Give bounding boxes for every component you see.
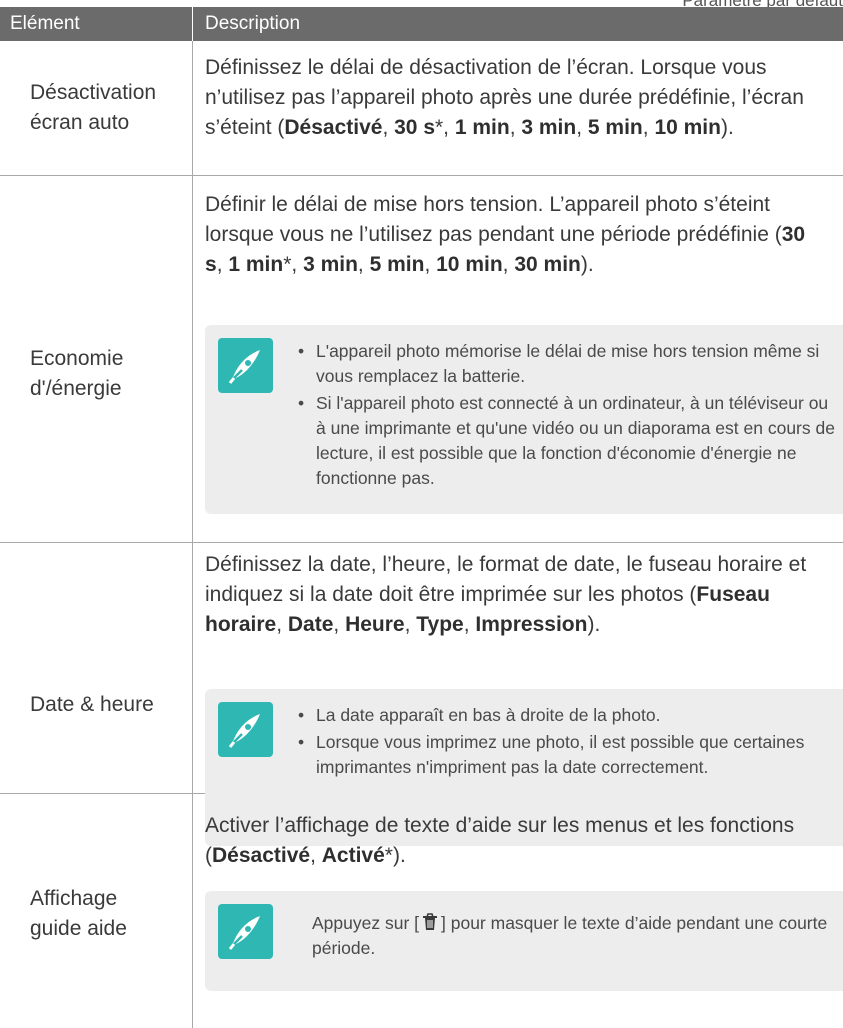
column-header-description: Description bbox=[205, 13, 301, 34]
note-list-item: • L'appareil photo mémorise le délai de m… bbox=[298, 339, 838, 389]
desc-text: , bbox=[382, 116, 395, 139]
desc-text: , bbox=[310, 844, 322, 867]
note-list: • L'appareil photo mémorise le délai de m… bbox=[298, 339, 838, 493]
desc-text: ). bbox=[580, 253, 594, 276]
desc-option: 3 min bbox=[521, 116, 577, 139]
element-line: Affichage bbox=[30, 887, 118, 910]
desc-text: *, bbox=[283, 253, 304, 276]
desc-text: , bbox=[424, 253, 437, 276]
desc-option: Impression bbox=[475, 613, 588, 636]
table-header: Elément Description bbox=[0, 7, 843, 41]
note-text-before: Appuyez sur [ bbox=[312, 913, 419, 933]
note-item-text: Si l'appareil photo est connecté à un or… bbox=[316, 393, 835, 488]
element-line: Economie bbox=[30, 347, 124, 370]
trash-icon bbox=[419, 911, 441, 936]
desc-text: ). bbox=[587, 613, 601, 636]
element-line: Date & heure bbox=[30, 693, 154, 716]
column-divider bbox=[192, 41, 193, 175]
row-element-label: Economie d'/énergie bbox=[30, 344, 190, 404]
header-divider bbox=[192, 7, 193, 41]
desc-text: , bbox=[333, 613, 346, 636]
note-list-item: • Lorsque vous imprimez une photo, il est… bbox=[298, 730, 838, 780]
desc-option: 1 min bbox=[228, 253, 284, 276]
desc-option: 5 min bbox=[369, 253, 425, 276]
row-description: Activer l’affichage de texte d’aide sur … bbox=[205, 811, 825, 871]
desc-option: 30 min bbox=[514, 253, 581, 276]
element-line: Désactivation bbox=[30, 81, 157, 104]
desc-option: 10 min bbox=[436, 253, 503, 276]
desc-text: Définir le délai de mise hors tension. L… bbox=[205, 193, 782, 246]
table-row: Economie d'/énergie Définir le délai de … bbox=[0, 176, 843, 543]
desc-text: , bbox=[276, 613, 288, 636]
note-list: • La date apparaît en bas à droite de la … bbox=[298, 703, 838, 782]
column-divider bbox=[192, 543, 193, 793]
bullet-icon: • bbox=[298, 341, 305, 361]
desc-text: , bbox=[404, 613, 417, 636]
desc-text: , bbox=[463, 613, 476, 636]
row-element-label: Désactivation écran auto bbox=[30, 78, 190, 138]
note-pen-icon bbox=[218, 702, 273, 757]
note-box: • L'appareil photo mémorise le délai de m… bbox=[205, 325, 843, 514]
note-item-text: Lorsque vous imprimez une photo, il est … bbox=[316, 732, 805, 777]
desc-text: *). bbox=[384, 844, 406, 867]
row-element-label: Affichage guide aide bbox=[30, 884, 190, 944]
column-divider bbox=[192, 794, 193, 1028]
desc-text: , bbox=[502, 253, 515, 276]
column-header-element: Elément bbox=[10, 13, 80, 34]
table-row: Date & heure Définissez la date, l’heure… bbox=[0, 543, 843, 846]
desc-option: 30 s bbox=[394, 116, 435, 139]
desc-option: Heure bbox=[345, 613, 405, 636]
bullet-icon: • bbox=[298, 732, 305, 752]
note-item-text: L'appareil photo mémorise le délai de mi… bbox=[316, 341, 820, 386]
desc-text: , bbox=[357, 253, 370, 276]
element-line: écran auto bbox=[30, 111, 130, 134]
desc-option: 10 min bbox=[654, 116, 721, 139]
desc-option: Type bbox=[416, 613, 464, 636]
desc-text: , bbox=[576, 116, 588, 139]
note-box: Appuyez sur [] pour masquer le texte d’a… bbox=[205, 891, 843, 991]
settings-table: Désactivation écran auto Définissez le d… bbox=[0, 41, 843, 1028]
row-description: Définissez la date, l’heure, le format d… bbox=[205, 550, 825, 640]
bullet-icon: • bbox=[298, 393, 305, 413]
desc-option: Date bbox=[287, 613, 334, 636]
desc-text: , bbox=[509, 116, 522, 139]
desc-option: Désactivé bbox=[284, 116, 383, 139]
bullet-icon: • bbox=[298, 705, 305, 725]
desc-option: 1 min bbox=[454, 116, 510, 139]
desc-option: Désactivé bbox=[212, 844, 311, 867]
row-description: Définissez le délai de désactivation de … bbox=[205, 53, 825, 143]
column-divider bbox=[192, 176, 193, 542]
element-line: d'/énergie bbox=[30, 377, 122, 400]
element-line: guide aide bbox=[30, 917, 127, 940]
row-element-label: Date & heure bbox=[30, 690, 190, 720]
note-list-item: • La date apparaît en bas à droite de la … bbox=[298, 703, 838, 728]
desc-text: , bbox=[642, 116, 655, 139]
desc-option: 5 min bbox=[587, 116, 643, 139]
desc-text: ). bbox=[720, 116, 734, 139]
desc-text: *, bbox=[435, 116, 455, 139]
desc-option: 3 min bbox=[303, 253, 358, 276]
note-item-text: La date apparaît en bas à droite de la p… bbox=[316, 705, 661, 725]
table-row: Désactivation écran auto Définissez le d… bbox=[0, 41, 843, 176]
note-text: Appuyez sur [] pour masquer le texte d’a… bbox=[312, 911, 832, 961]
row-description: Définir le délai de mise hors tension. L… bbox=[205, 190, 825, 280]
note-pen-icon bbox=[218, 904, 273, 959]
note-list-item: • Si l'appareil photo est connecté à un o… bbox=[298, 391, 838, 491]
desc-option: Activé bbox=[321, 844, 385, 867]
note-pen-icon bbox=[218, 338, 273, 393]
desc-text: , bbox=[216, 253, 229, 276]
table-row: Affichage guide aide Activer l’affichage… bbox=[0, 794, 843, 1028]
